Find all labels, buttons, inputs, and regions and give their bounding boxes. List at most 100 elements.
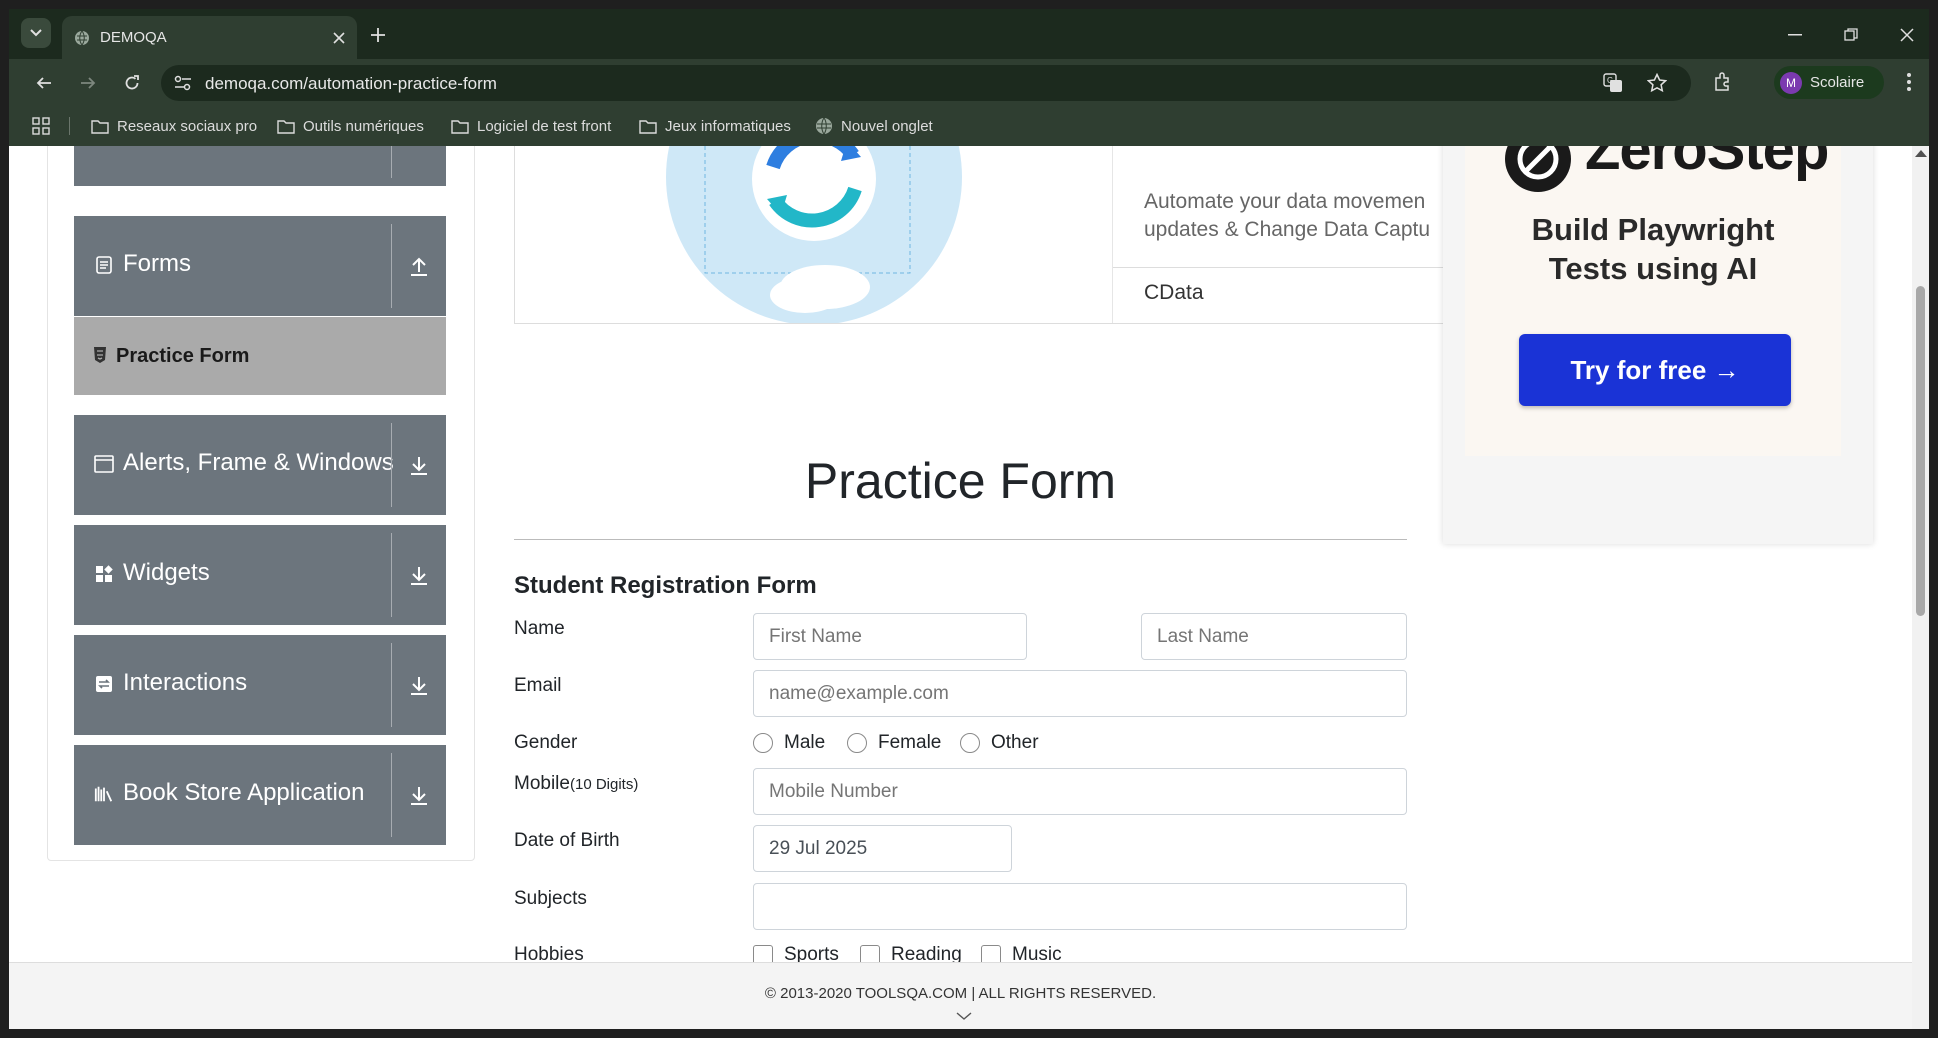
arrow-down-icon[interactable] bbox=[407, 783, 431, 807]
gender-option-label: Female bbox=[878, 732, 942, 753]
close-icon bbox=[1900, 28, 1914, 42]
svg-text:G: G bbox=[1607, 76, 1613, 85]
sidebar-group-elements[interactable] bbox=[74, 146, 446, 186]
extensions-icon[interactable] bbox=[1709, 68, 1737, 96]
folder-icon bbox=[451, 119, 469, 134]
browser-tab[interactable]: DEMOQA bbox=[62, 16, 357, 59]
reload-icon bbox=[125, 75, 139, 90]
mobile-label: Mobile(10 Digits) bbox=[514, 773, 638, 795]
reload-button[interactable] bbox=[117, 68, 147, 98]
ad-text-line: Automate your data movemen bbox=[1144, 190, 1426, 213]
ad-headline: Build Playwright Tests using AI bbox=[1465, 210, 1841, 288]
name-label: Name bbox=[514, 618, 565, 639]
bookmark-label: Logiciel de test front bbox=[477, 117, 612, 135]
close-window-button[interactable] bbox=[1893, 21, 1921, 49]
subjects-label: Subjects bbox=[514, 888, 587, 909]
sidebar-group-forms[interactable]: Forms bbox=[74, 216, 446, 316]
forward-button[interactable] bbox=[73, 68, 103, 98]
zerostep-ad[interactable]: ZeroStep Build Playwright Tests using AI… bbox=[1443, 146, 1873, 544]
footer-text: © 2013-2020 TOOLSQA.COM | ALL RIGHTS RES… bbox=[764, 985, 1157, 1002]
sidebar-group-label: Forms bbox=[123, 250, 191, 277]
divider bbox=[391, 753, 392, 837]
arrow-down-icon[interactable] bbox=[407, 673, 431, 697]
translate-icon[interactable]: G bbox=[1601, 71, 1625, 95]
chevron-down-icon[interactable] bbox=[955, 1009, 973, 1023]
sidebar-group-label: Alerts, Frame & Windows bbox=[123, 449, 394, 476]
last-name-input[interactable] bbox=[1141, 613, 1407, 660]
kebab-menu-icon[interactable] bbox=[1895, 68, 1923, 96]
gender-female-radio[interactable] bbox=[847, 733, 867, 753]
page-scrollbar[interactable] bbox=[1912, 146, 1929, 1029]
scroll-up-arrow-icon[interactable] bbox=[1915, 150, 1927, 157]
apps-grid-icon[interactable] bbox=[29, 114, 53, 138]
gender-other-radio[interactable] bbox=[960, 733, 980, 753]
url-text[interactable]: demoqa.com/automation-practice-form bbox=[205, 74, 497, 94]
ad-headline-line: Tests using AI bbox=[1548, 251, 1758, 286]
minimize-button[interactable] bbox=[1781, 21, 1809, 49]
bookmark-folder[interactable]: Outils numériques bbox=[277, 114, 424, 138]
html5-icon bbox=[92, 347, 108, 363]
gender-male-radio[interactable] bbox=[753, 733, 773, 753]
sidebar-group-label: Book Store Application bbox=[123, 779, 365, 806]
arrow-down-icon[interactable] bbox=[407, 453, 431, 477]
bookmark-label: Jeux informatiques bbox=[665, 117, 791, 135]
first-name-input[interactable] bbox=[753, 613, 1027, 660]
widgets-icon bbox=[94, 564, 114, 584]
gender-label: Gender bbox=[514, 732, 578, 753]
divider bbox=[391, 423, 392, 507]
sidebar-item-practice-form[interactable]: Practice Form bbox=[74, 317, 446, 395]
sidebar-group-interactions[interactable]: Interactions bbox=[74, 635, 446, 735]
new-tab-button[interactable] bbox=[364, 21, 392, 49]
books-icon bbox=[94, 784, 114, 804]
site-info-button[interactable] bbox=[171, 71, 195, 95]
address-bar[interactable]: demoqa.com/automation-practice-form G bbox=[161, 65, 1691, 101]
page-content: Forms Practice Form Alerts, Frame & Wind… bbox=[9, 146, 1912, 1029]
globe-icon bbox=[815, 117, 833, 135]
mobile-input[interactable] bbox=[753, 768, 1407, 815]
minimize-icon bbox=[1788, 34, 1802, 36]
bookmark-label: Outils numériques bbox=[303, 117, 424, 135]
folder-icon bbox=[91, 119, 109, 134]
date-of-birth-input[interactable] bbox=[753, 825, 1012, 872]
back-button[interactable] bbox=[29, 68, 59, 98]
sidebar-group-label: Interactions bbox=[123, 669, 248, 696]
ad-headline-line: Build Playwright bbox=[1531, 212, 1775, 247]
bookmark-label: Reseaux sociaux pro bbox=[117, 117, 258, 135]
divider bbox=[1113, 267, 1453, 268]
divider bbox=[391, 146, 392, 178]
subjects-input[interactable] bbox=[753, 883, 1407, 930]
arrow-right-icon bbox=[81, 77, 96, 89]
restore-button[interactable] bbox=[1837, 21, 1865, 49]
bookmark-folder[interactable]: Reseaux sociaux pro bbox=[91, 114, 257, 138]
bookmark-separator bbox=[69, 117, 70, 135]
profile-button[interactable]: M Scolaire bbox=[1774, 66, 1884, 99]
close-tab-icon[interactable] bbox=[333, 31, 345, 44]
tab-search-button[interactable] bbox=[21, 18, 51, 48]
footer: © 2013-2020 TOOLSQA.COM | ALL RIGHTS RES… bbox=[9, 962, 1912, 1029]
bookmark-folder[interactable]: Logiciel de test front bbox=[451, 114, 611, 138]
divider bbox=[391, 224, 392, 308]
sidebar-group-alerts[interactable]: Alerts, Frame & Windows bbox=[74, 415, 446, 515]
mobile-label-text: Mobile bbox=[514, 773, 570, 794]
gender-option-label: Other bbox=[991, 732, 1039, 753]
arrow-left-icon bbox=[36, 77, 51, 89]
sidebar-group-widgets[interactable]: Widgets bbox=[74, 525, 446, 625]
mobile-hint: (10 Digits) bbox=[569, 776, 639, 793]
email-input[interactable] bbox=[753, 670, 1407, 717]
divider bbox=[391, 643, 392, 727]
arrow-down-icon[interactable] bbox=[407, 563, 431, 587]
bookmark-star-icon[interactable] bbox=[1645, 71, 1669, 95]
sidebar-group-book-store[interactable]: Book Store Application bbox=[74, 745, 446, 845]
arrow-up-icon[interactable] bbox=[407, 254, 431, 278]
try-for-free-button[interactable]: Try for free → bbox=[1519, 334, 1791, 406]
divider bbox=[514, 539, 1407, 540]
bookmark-label: Nouvel onglet bbox=[841, 117, 933, 135]
bookmark-link[interactable]: Nouvel onglet bbox=[815, 114, 933, 138]
bookmark-folder[interactable]: Jeux informatiques bbox=[639, 114, 791, 138]
ad-card: ZeroStep Build Playwright Tests using AI… bbox=[1465, 146, 1841, 456]
folder-icon bbox=[639, 119, 657, 134]
ad-banner[interactable]: Automate your data movemen updates & Cha… bbox=[514, 146, 1453, 325]
scrollbar-thumb[interactable] bbox=[1916, 286, 1925, 616]
bookmarks-bar: Reseaux sociaux pro Outils numériques Lo… bbox=[9, 106, 1929, 146]
profile-name: Scolaire bbox=[1810, 74, 1865, 91]
